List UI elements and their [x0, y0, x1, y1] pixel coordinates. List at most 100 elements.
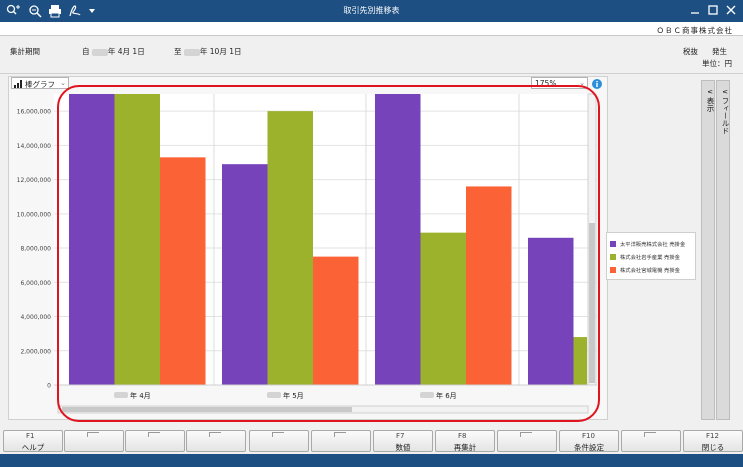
fkey-label: 数値 — [395, 443, 411, 452]
period-from: 自 年 4月 1日 — [82, 46, 145, 57]
vertical-scrollbar-thumb — [589, 223, 595, 383]
x-tick-label: 年 4月 — [130, 391, 151, 400]
redacted-year — [183, 48, 200, 56]
y-tick-label: 0 — [47, 383, 51, 390]
y-tick-label: 2,000,000 — [20, 348, 51, 355]
fkey-button[interactable] — [125, 430, 185, 452]
close-icon[interactable] — [725, 4, 737, 16]
fkey-button[interactable]: F12 閉じる — [683, 430, 743, 452]
y-tick-label: 16,000,000 — [17, 109, 52, 116]
period-from-date: 年 4月 1日 — [107, 47, 145, 56]
minimize-icon[interactable] — [689, 4, 701, 16]
field-tab-label: フィールド — [721, 96, 730, 135]
fkey-button[interactable]: F1 ヘルプ — [3, 430, 63, 452]
fkey-empty-slot — [209, 432, 221, 437]
chevron-icon: ∨ — [721, 89, 730, 97]
period-to: 至 年 10月 1日 — [174, 46, 241, 57]
fkey-button[interactable] — [186, 430, 246, 452]
bar — [528, 237, 574, 385]
bar — [375, 94, 421, 385]
fkey-button[interactable] — [249, 430, 309, 452]
fkey-button[interactable] — [497, 430, 557, 452]
legend-swatch — [610, 240, 616, 247]
horizontal-scrollbar-thumb — [62, 407, 352, 412]
fkey-empty-slot — [644, 432, 656, 437]
chevron-down-icon: ⌄ — [60, 79, 66, 87]
redacted-year — [267, 392, 281, 398]
y-tick-label: 12,000,000 — [17, 177, 52, 184]
bar — [267, 111, 313, 385]
bar — [573, 337, 587, 385]
company-bar: ＯＢＣ商事株式会社 — [0, 22, 743, 36]
bar — [160, 157, 206, 385]
legend-swatch — [610, 253, 616, 260]
period-from-prefix: 自 — [82, 47, 90, 56]
redacted-year — [420, 392, 434, 398]
bar — [222, 164, 268, 385]
bar-chart-icon — [14, 80, 22, 88]
display-tab-label: 表示 — [706, 96, 715, 112]
fkey-button[interactable]: F7 数値 — [373, 430, 433, 452]
chart-legend: 太平洋販売株式会社 売掛金 株式会社岩手産業 売掛金 株式会社宮城電機 売掛金 — [606, 232, 696, 280]
display-side-tab[interactable]: ∨ 表示 — [701, 80, 715, 420]
y-tick-label: 4,000,000 — [20, 314, 51, 321]
redacted-year — [114, 392, 128, 398]
fkey-empty-slot — [87, 432, 99, 437]
fkey-number: F1 — [26, 432, 35, 440]
period-to-date: 年 10月 1日 — [199, 47, 242, 56]
function-key-bar: F1 ヘルプ F7 数値 F8 再集計 F10 条件設定 F12 閉じる — [0, 430, 743, 453]
legend-label: 株式会社宮城電機 売掛金 — [620, 267, 680, 274]
x-tick-label: 年 6月 — [436, 391, 457, 400]
fkey-label: 条件設定 — [574, 443, 604, 452]
fkey-label: 再集計 — [453, 443, 477, 452]
bar — [466, 186, 512, 385]
fkey-empty-slot — [334, 432, 346, 437]
fkey-button[interactable] — [311, 430, 371, 452]
legend-item: 株式会社岩手産業 売掛金 — [610, 250, 692, 263]
chart-type-select[interactable]: 棒グラフ ⌄ — [11, 77, 69, 89]
fkey-label: 閉じる — [701, 443, 725, 452]
field-side-tab[interactable]: ∨ フィールド — [716, 80, 730, 420]
status-bar — [0, 454, 743, 467]
bar — [114, 94, 160, 385]
y-tick-label: 14,000,000 — [17, 143, 52, 150]
bar-chart: 0 2,000,000 4,000,000 6,000,000 8,000,000 10,… — [17, 93, 597, 414]
fkey-label: ヘルプ — [21, 443, 45, 452]
y-tick-label: 8,000,000 — [20, 246, 51, 253]
fkey-button[interactable]: F8 再集計 — [435, 430, 495, 452]
tax-label: 税抜 — [683, 47, 698, 56]
chevron-icon: ∨ — [706, 89, 715, 97]
report-header: 集計期間 自 年 4月 1日 至 年 10月 1日 税抜 発生 単位：円 — [0, 36, 743, 74]
legend-item: 太平洋販売株式会社 売掛金 — [610, 237, 692, 250]
title-bar: 取引先別推移表 — [0, 0, 743, 22]
x-tick-label: 年 5月 — [283, 391, 304, 400]
fkey-empty-slot — [520, 432, 532, 437]
zoom-value: 175% — [535, 79, 557, 88]
unit-label: 単位：円 — [702, 59, 732, 68]
chart-type-value: 棒グラフ — [25, 80, 55, 89]
bar — [69, 94, 115, 385]
legend-label: 株式会社岩手産業 売掛金 — [620, 254, 680, 261]
zoom-select[interactable]: 175% ⌄ — [531, 77, 588, 89]
fkey-button[interactable] — [64, 430, 124, 452]
fkey-number: F7 — [396, 432, 405, 440]
legend-label: 太平洋販売株式会社 売掛金 — [620, 241, 686, 248]
legend-item: 株式会社宮城電機 売掛金 — [610, 263, 692, 276]
fkey-number: F10 — [582, 432, 595, 440]
bar — [420, 232, 466, 385]
basis-label: 発生 — [712, 47, 727, 56]
company-name: ＯＢＣ商事株式会社 — [656, 26, 733, 35]
window-title: 取引先別推移表 — [343, 6, 400, 15]
fkey-button[interactable] — [621, 430, 681, 452]
fkey-empty-slot — [148, 432, 160, 437]
maximize-icon[interactable] — [707, 4, 719, 16]
info-icon[interactable] — [592, 79, 602, 89]
period-to-prefix: 至 — [174, 47, 182, 56]
fkey-button[interactable]: F10 条件設定 — [559, 430, 619, 452]
period-label: 集計期間 — [10, 47, 40, 56]
y-tick-label: 6,000,000 — [20, 280, 51, 287]
chevron-down-icon: ⌄ — [579, 79, 585, 87]
fkey-number: F8 — [458, 432, 467, 440]
y-tick-label: 10,000,000 — [17, 211, 52, 218]
redacted-year — [91, 48, 108, 56]
